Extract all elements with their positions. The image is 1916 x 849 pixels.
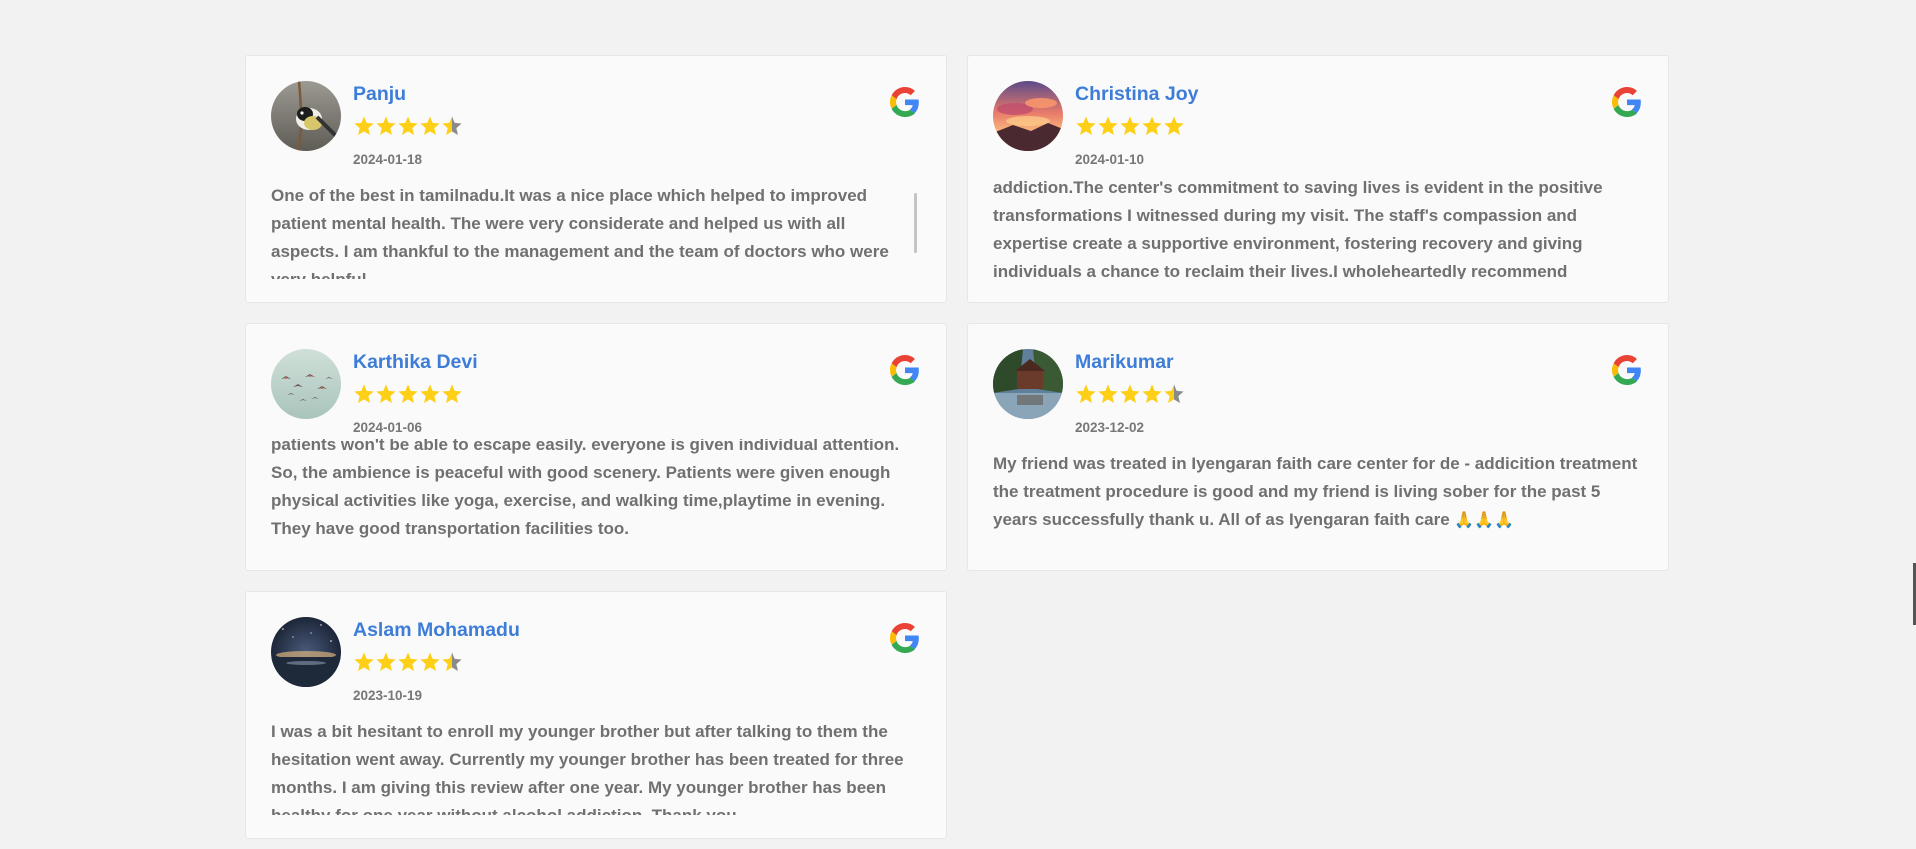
reviewer-name[interactable]: Marikumar bbox=[1075, 351, 1174, 374]
star-icon bbox=[376, 384, 396, 403]
review-text-scroll[interactable]: addiction.The center's commitment to sav… bbox=[993, 174, 1640, 279]
google-icon bbox=[1612, 355, 1642, 385]
review-date: 2023-10-19 bbox=[353, 688, 423, 703]
avatar bbox=[993, 349, 1063, 419]
star-icon bbox=[420, 384, 440, 403]
google-icon bbox=[890, 355, 920, 385]
star-icon bbox=[442, 652, 462, 671]
review-scrollbar[interactable] bbox=[914, 193, 917, 253]
rating-stars bbox=[353, 114, 463, 140]
star-icon bbox=[1120, 384, 1140, 403]
rating-stars bbox=[1075, 114, 1185, 140]
google-icon bbox=[890, 87, 920, 117]
avatar bbox=[271, 349, 341, 419]
review-text: I was a bit hesitant to enroll my younge… bbox=[271, 722, 904, 815]
star-icon bbox=[1076, 116, 1096, 135]
review-card: Panju 2024-01-18 One of the best in tami… bbox=[245, 55, 947, 303]
review-date: 2024-01-18 bbox=[353, 152, 423, 167]
review-card: Christina Joy 2024-01-10 addiction.The c… bbox=[967, 55, 1669, 303]
star-icon bbox=[376, 652, 396, 671]
star-icon bbox=[1076, 384, 1096, 403]
avatar bbox=[993, 81, 1063, 151]
review-text-scroll[interactable]: One of the best in tamilnadu.It was a ni… bbox=[271, 182, 918, 279]
avatar bbox=[271, 81, 341, 151]
reviews-page: Panju 2024-01-18 One of the best in tami… bbox=[0, 0, 1916, 849]
review-date: 2023-12-02 bbox=[1075, 420, 1145, 435]
review-text: One of the best in tamilnadu.It was a ni… bbox=[271, 186, 889, 279]
star-icon bbox=[420, 652, 440, 671]
review-text-body: My friend was treated in Iyengaran faith… bbox=[993, 454, 1638, 529]
star-icon bbox=[354, 652, 374, 671]
rating-stars bbox=[353, 382, 463, 408]
star-icon bbox=[398, 384, 418, 403]
rating-stars bbox=[1075, 382, 1185, 408]
reviewer-name[interactable]: Panju bbox=[353, 83, 406, 106]
reviewer-name[interactable]: Karthika Devi bbox=[353, 351, 478, 374]
google-icon bbox=[890, 623, 920, 653]
review-card: Karthika Devi 2024-01-06 patients won't … bbox=[245, 323, 947, 571]
reviewer-name[interactable]: Aslam Mohamadu bbox=[353, 619, 520, 642]
review-card: Marikumar 2023-12-02 My friend was treat… bbox=[967, 323, 1669, 571]
star-icon bbox=[1120, 116, 1140, 135]
review-text: addiction.The center's commitment to sav… bbox=[993, 178, 1603, 279]
star-icon bbox=[354, 116, 374, 135]
rating-stars bbox=[353, 650, 463, 676]
review-text: patients won't be able to escape easily.… bbox=[271, 439, 900, 538]
review-text-scroll[interactable]: patients won't be able to escape easily.… bbox=[271, 439, 918, 549]
review-text: My friend was treated in Iyengaran faith… bbox=[993, 450, 1640, 535]
star-icon bbox=[398, 652, 418, 671]
reviewer-name[interactable]: Christina Joy bbox=[1075, 83, 1199, 106]
avatar bbox=[271, 617, 341, 687]
pray-emoji: 🙏🙏🙏 bbox=[1454, 512, 1515, 529]
star-icon bbox=[420, 116, 440, 135]
star-icon bbox=[442, 116, 462, 135]
star-icon bbox=[442, 384, 462, 403]
google-icon bbox=[1612, 87, 1642, 117]
star-icon bbox=[1098, 116, 1118, 135]
review-date: 2024-01-10 bbox=[1075, 152, 1145, 167]
star-icon bbox=[1164, 116, 1184, 135]
review-text-scroll[interactable]: I was a bit hesitant to enroll my younge… bbox=[271, 718, 918, 815]
review-text-scroll[interactable]: My friend was treated in Iyengaran faith… bbox=[993, 450, 1640, 547]
star-icon bbox=[1142, 384, 1162, 403]
star-icon bbox=[376, 116, 396, 135]
review-card: Aslam Mohamadu 2023-10-19 I was a bit he… bbox=[245, 591, 947, 839]
star-icon bbox=[398, 116, 418, 135]
star-icon bbox=[1164, 384, 1184, 403]
review-date: 2024-01-06 bbox=[353, 420, 423, 435]
star-icon bbox=[1098, 384, 1118, 403]
star-icon bbox=[1142, 116, 1162, 135]
star-icon bbox=[354, 384, 374, 403]
